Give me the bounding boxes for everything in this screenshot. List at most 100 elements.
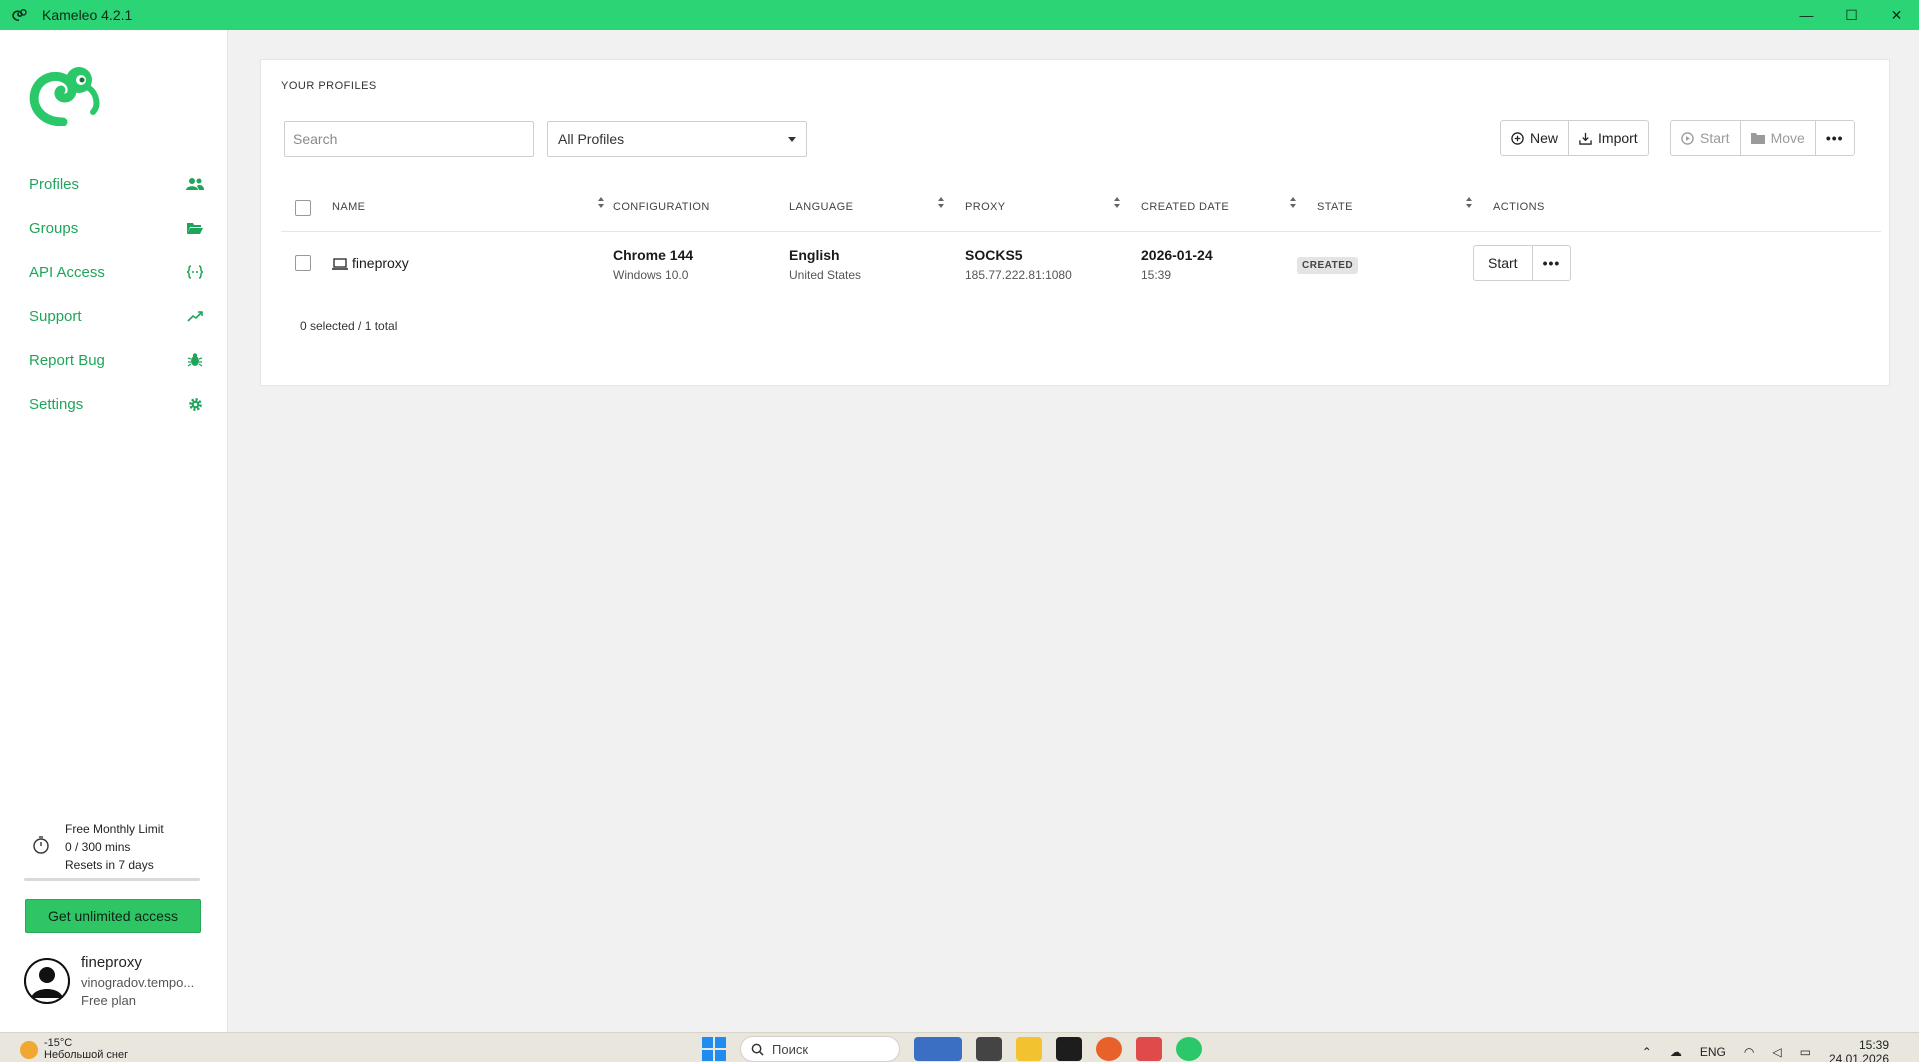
column-header-name[interactable]: NAME <box>332 201 365 213</box>
system-tray: ⌃ ☁ ENG ◠ ◁ ▭ 15:39 24.01.2026 <box>1642 1038 1889 1062</box>
profile-created-time: 15:39 <box>1141 268 1172 282</box>
ellipsis-icon: ••• <box>1542 255 1561 271</box>
play-circle-icon <box>1681 131 1694 145</box>
sidebar-item-label: Report Bug <box>29 351 105 369</box>
search-icon <box>751 1043 764 1056</box>
code-braces-icon <box>186 263 204 281</box>
weather-condition: Небольшой снег <box>44 1049 129 1061</box>
row-checkbox[interactable] <box>295 255 311 271</box>
get-unlimited-access-button[interactable]: Get unlimited access <box>25 899 201 933</box>
chevron-up-icon[interactable]: ⌃ <box>1642 1045 1652 1059</box>
row-actions: Start ••• <box>1473 245 1572 281</box>
folder-open-icon <box>186 219 204 237</box>
battery-icon[interactable]: ▭ <box>1800 1045 1811 1059</box>
column-header-created-date[interactable]: CREATED DATE <box>1141 201 1229 213</box>
plus-circle-icon <box>1511 131 1524 145</box>
weather-widget[interactable]: -15°C Небольшой снег <box>20 1037 128 1061</box>
profile-created-date: 2026-01-24 <box>1141 247 1213 263</box>
sidebar-item-report-bug[interactable]: Report Bug <box>0 338 228 382</box>
user-account[interactable]: fineproxy vinogradov.tempo... Free plan <box>24 952 214 1012</box>
import-profile-button[interactable]: Import <box>1568 121 1648 155</box>
profile-os: Windows 10.0 <box>613 268 689 282</box>
task-view-icon[interactable] <box>976 1037 1002 1061</box>
bulk-action-button-group: Start Move ••• <box>1670 120 1855 156</box>
sidebar-item-label: Settings <box>29 395 84 413</box>
sidebar-item-settings[interactable]: Settings <box>0 382 228 426</box>
page-title: YOUR PROFILES <box>281 80 377 92</box>
widgets-icon[interactable] <box>914 1037 962 1061</box>
sidebar-item-label: Groups <box>29 219 79 237</box>
taskbar-search[interactable]: Поиск <box>740 1036 900 1062</box>
user-email: vinogradov.tempo... <box>81 975 195 990</box>
column-header-proxy[interactable]: PROXY <box>965 201 1006 213</box>
profile-language: English <box>789 247 840 263</box>
minimize-button[interactable]: — <box>1784 0 1829 30</box>
column-header-language[interactable]: LANGUAGE <box>789 201 853 213</box>
sort-icon[interactable] <box>1465 197 1473 211</box>
ellipsis-icon: ••• <box>1825 130 1844 146</box>
title-bar: Kameleo 4.2.1 — ☐ ✕ <box>0 0 1919 30</box>
file-explorer-icon[interactable] <box>1016 1037 1042 1061</box>
windows-start-icon[interactable] <box>702 1037 726 1061</box>
sidebar-nav: Profiles Groups API Access Support Repor… <box>0 162 228 426</box>
window-controls: — ☐ ✕ <box>1784 0 1919 30</box>
sort-icon[interactable] <box>1113 197 1121 211</box>
taskbar-search-label: Поиск <box>772 1041 809 1057</box>
selection-summary: 0 selected / 1 total <box>300 319 398 333</box>
trend-up-icon <box>186 307 204 325</box>
limit-progress-bar <box>24 878 200 881</box>
sidebar-item-profiles[interactable]: Profiles <box>0 162 228 206</box>
maximize-button[interactable]: ☐ <box>1829 0 1874 30</box>
sort-icon[interactable] <box>937 197 945 211</box>
start-selected-button[interactable]: Start <box>1671 121 1740 155</box>
clock-date: 24.01.2026 <box>1828 1052 1889 1062</box>
import-profile-label: Import <box>1598 130 1638 146</box>
wifi-icon[interactable]: ◠ <box>1744 1045 1754 1059</box>
move-selected-button[interactable]: Move <box>1739 121 1815 155</box>
new-profile-label: New <box>1530 130 1559 146</box>
sidebar-item-support[interactable]: Support <box>0 294 228 338</box>
column-header-configuration: CONFIGURATION <box>613 201 710 213</box>
profile-proxy-address: 185.77.222.81:1080 <box>965 268 1072 282</box>
clock[interactable]: 15:39 24.01.2026 <box>1829 1038 1889 1062</box>
start-selected-label: Start <box>1700 130 1730 146</box>
search-input[interactable] <box>284 121 534 157</box>
profile-region: United States <box>789 268 862 282</box>
stopwatch-icon <box>33 836 49 854</box>
firefox-icon[interactable] <box>1096 1037 1122 1061</box>
terminal-icon[interactable] <box>1056 1037 1082 1061</box>
sidebar-item-api-access[interactable]: API Access <box>0 250 228 294</box>
profiles-card: YOUR PROFILES All Profiles New Import St… <box>260 59 1890 386</box>
snipping-tool-icon[interactable] <box>1136 1037 1162 1061</box>
limit-reset: Resets in 7 days <box>65 858 154 872</box>
folder-icon <box>1750 133 1765 144</box>
kameleo-taskbar-icon[interactable] <box>1176 1037 1202 1061</box>
onedrive-icon[interactable]: ☁ <box>1670 1045 1682 1059</box>
close-button[interactable]: ✕ <box>1874 0 1919 30</box>
volume-icon[interactable]: ◁ <box>1772 1045 1781 1059</box>
sidebar: Profiles Groups API Access Support Repor… <box>0 30 228 1032</box>
laptop-icon <box>332 258 348 270</box>
sidebar-item-groups[interactable]: Groups <box>0 206 228 250</box>
row-more-button[interactable]: ••• <box>1531 246 1571 280</box>
user-name: fineproxy <box>81 954 142 971</box>
new-profile-button[interactable]: New <box>1501 121 1568 155</box>
move-selected-label: Move <box>1770 130 1805 146</box>
profile-name[interactable]: fineproxy <box>352 255 409 271</box>
table-row[interactable]: fineproxy Chrome 144 Windows 10.0 Englis… <box>281 232 1881 294</box>
more-actions-button[interactable]: ••• <box>1814 121 1854 155</box>
avatar <box>24 958 70 1004</box>
column-header-state[interactable]: STATE <box>1317 201 1353 213</box>
bug-icon <box>186 351 204 369</box>
user-plan: Free plan <box>81 993 136 1008</box>
sort-icon[interactable] <box>1289 197 1297 211</box>
column-header-actions: ACTIONS <box>1493 201 1545 213</box>
select-all-checkbox[interactable] <box>295 200 311 216</box>
start-profile-button[interactable]: Start <box>1474 246 1532 280</box>
profile-filter-select[interactable]: All Profiles <box>547 121 807 157</box>
users-icon <box>186 175 204 193</box>
sort-icon[interactable] <box>597 197 605 211</box>
language-indicator[interactable]: ENG <box>1700 1045 1726 1059</box>
status-badge: CREATED <box>1297 257 1359 274</box>
download-icon <box>1579 132 1592 145</box>
